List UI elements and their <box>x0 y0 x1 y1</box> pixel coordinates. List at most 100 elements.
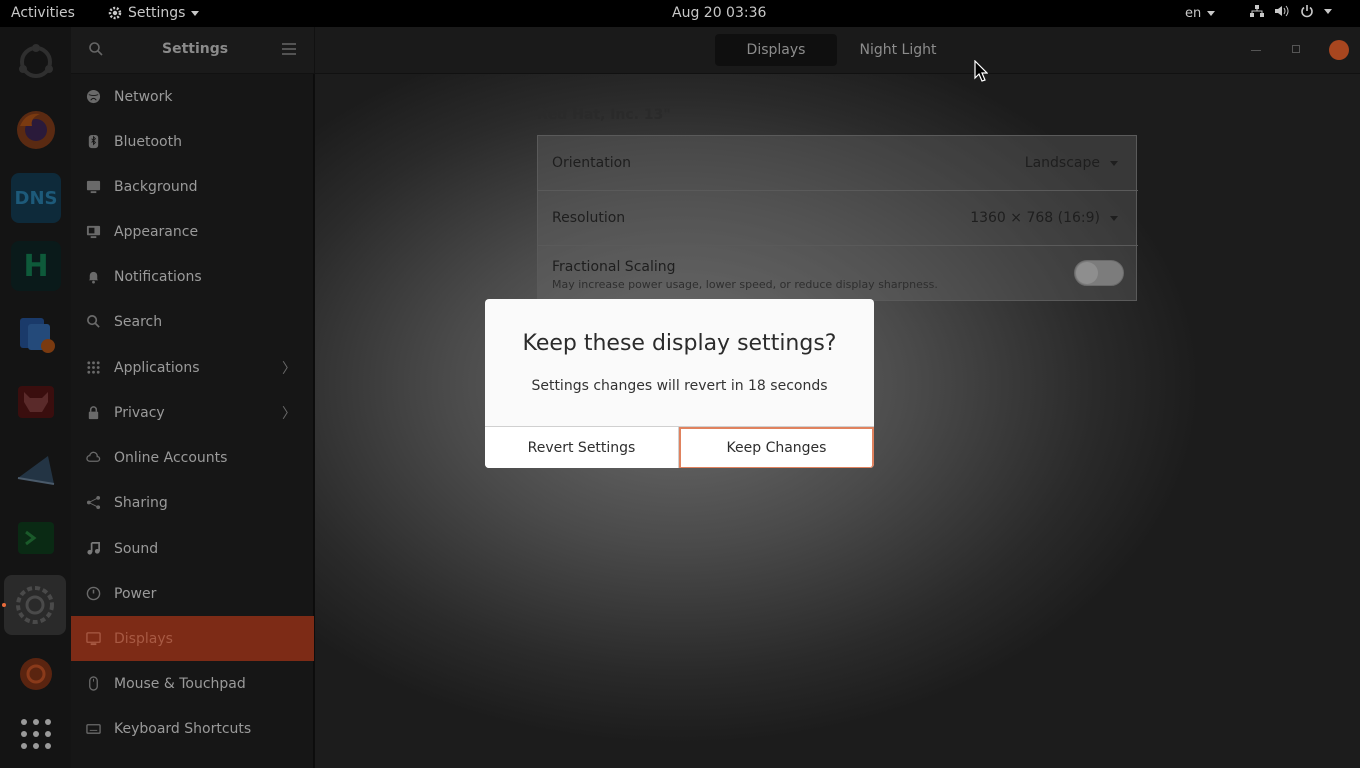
software-updater-icon[interactable] <box>11 649 61 699</box>
orientation-dropdown[interactable]: Landscape <box>1025 155 1118 171</box>
bluetooth-icon <box>85 134 101 150</box>
sidebar-item-network[interactable]: Network <box>71 74 314 119</box>
settings-headerbar: Settings Displays Night Light <box>71 27 1360 74</box>
resolution-row[interactable]: Resolution 1360 × 768 (16:9) <box>538 191 1138 246</box>
monitor-icon <box>85 179 101 195</box>
h-app-icon[interactable]: H <box>11 241 61 291</box>
sidebar-item-keyboard-shortcuts[interactable]: Keyboard Shortcuts <box>71 706 314 751</box>
chevron-down-icon <box>1110 215 1118 221</box>
bell-icon <box>85 269 101 285</box>
dialog-buttons: Revert Settings Keep Changes <box>485 426 874 468</box>
orientation-label: Orientation <box>552 155 632 171</box>
search-icon <box>85 314 101 330</box>
sidebar-item-label: Online Accounts <box>114 449 228 466</box>
tab-night-light[interactable]: Night Light <box>837 34 959 66</box>
volume-icon <box>1275 5 1289 17</box>
sidebar-item-label: Network <box>114 88 173 105</box>
show-applications-icon[interactable] <box>11 709 61 759</box>
switch-knob <box>1076 262 1098 284</box>
network-wired-icon <box>1250 5 1264 17</box>
fractional-scaling-switch[interactable] <box>1074 260 1124 286</box>
minimize-button[interactable] <box>1251 50 1261 51</box>
fractional-scaling-description: May increase power usage, lower speed, o… <box>552 278 938 291</box>
sidebar-item-sound[interactable]: Sound <box>71 526 314 571</box>
search-icon[interactable] <box>88 41 104 57</box>
kde-app-icon[interactable] <box>11 309 61 359</box>
maximize-button[interactable] <box>1292 45 1300 53</box>
dock: DNS H <box>0 27 71 768</box>
sidebar-item-label: Sound <box>114 540 159 557</box>
resolution-value: 1360 × 768 (16:9) <box>970 210 1100 226</box>
globe-icon <box>85 89 101 105</box>
chevron-down-icon <box>191 10 200 16</box>
power-icon <box>85 586 101 602</box>
clock[interactable]: Aug 20 03:36 <box>672 5 766 21</box>
app-menu-label: Settings <box>128 5 186 21</box>
firefox-icon[interactable] <box>11 105 61 155</box>
chevron-down-icon <box>1207 11 1216 16</box>
terminal-app-icon[interactable] <box>11 513 61 563</box>
grid-icon <box>85 360 101 376</box>
system-menu[interactable] <box>1250 4 1332 18</box>
dns-app-icon[interactable]: DNS <box>11 173 61 223</box>
sidebar-item-mouse-touchpad[interactable]: Mouse & Touchpad <box>71 661 314 706</box>
running-indicator <box>2 603 6 607</box>
sidebar-item-online-accounts[interactable]: Online Accounts <box>71 435 314 480</box>
orientation-value: Landscape <box>1024 155 1100 171</box>
bull-app-icon[interactable] <box>11 377 61 427</box>
resolution-label: Resolution <box>552 210 626 226</box>
resolution-dropdown[interactable]: 1360 × 768 (16:9) <box>970 210 1118 226</box>
mouse-icon <box>85 676 101 692</box>
sidebar-item-background[interactable]: Background <box>71 164 314 209</box>
input-source-label: en <box>1185 6 1202 21</box>
headerbar-sidebar-section: Settings <box>71 27 315 74</box>
chevron-down-icon <box>1110 160 1118 166</box>
sidebar-item-label: Sharing <box>114 494 168 511</box>
lock-icon <box>85 405 101 421</box>
orientation-row[interactable]: Orientation Landscape <box>538 136 1138 191</box>
hamburger-menu-icon[interactable] <box>281 42 297 56</box>
sidebar-item-label: Power <box>114 585 157 602</box>
sidebar-item-label: Displays <box>114 630 173 647</box>
sidebar-item-label: Applications <box>114 359 200 376</box>
sidebar-item-label: Bluetooth <box>114 133 182 150</box>
ubuntu-launcher-icon[interactable] <box>11 37 61 87</box>
display-icon <box>85 631 101 647</box>
sidebar-item-applications[interactable]: Applications 〉 <box>71 345 314 390</box>
sidebar-item-bluetooth[interactable]: Bluetooth <box>71 119 314 164</box>
sidebar-item-power[interactable]: Power <box>71 571 314 616</box>
chevron-right-icon: 〉 <box>282 405 296 422</box>
tab-displays[interactable]: Displays <box>715 34 837 66</box>
revert-settings-button[interactable]: Revert Settings <box>485 427 679 468</box>
sidebar-item-label: Mouse & Touchpad <box>114 675 246 692</box>
dialog-message: Settings changes will revert in 18 secon… <box>531 378 828 394</box>
share-icon <box>85 495 101 511</box>
sidebar-item-sharing[interactable]: Sharing <box>71 480 314 525</box>
gear-icon <box>108 6 122 20</box>
display-settings-card: Orientation Landscape Resolution 1360 × … <box>537 135 1138 301</box>
sidebar-item-label: Keyboard Shortcuts <box>114 720 252 737</box>
sidebar-item-privacy[interactable]: Privacy 〉 <box>71 390 314 435</box>
sidebar-item-label: Appearance <box>114 223 199 240</box>
settings-app-icon[interactable] <box>4 575 66 635</box>
sidebar-item-appearance[interactable]: Appearance <box>71 209 314 254</box>
sidebar-item-label: Notifications <box>114 268 202 285</box>
fractional-scaling-row: Fractional Scaling May increase power us… <box>538 246 1138 301</box>
sidebar-item-search[interactable]: Search <box>71 299 314 344</box>
keep-changes-button[interactable]: Keep Changes <box>679 427 874 468</box>
sidebar-item-label: Search <box>114 313 163 330</box>
mouse-cursor-icon <box>974 60 988 82</box>
app-menu[interactable]: Settings <box>108 5 200 21</box>
view-switcher: Displays Night Light <box>715 34 959 66</box>
settings-sidebar: Network Bluetooth Background Appearance … <box>71 74 314 768</box>
input-source-indicator[interactable]: en <box>1185 6 1216 21</box>
power-icon <box>1301 5 1313 18</box>
sidebar-item-label: Privacy <box>114 404 165 421</box>
close-button[interactable] <box>1329 40 1349 60</box>
sidebar-item-notifications[interactable]: Notifications <box>71 254 314 299</box>
dialog-title: Keep these display settings? <box>522 331 837 356</box>
activities-button[interactable]: Activities <box>11 5 75 21</box>
keyboard-icon <box>85 721 101 737</box>
paper-app-icon[interactable] <box>11 445 61 495</box>
sidebar-item-displays[interactable]: Displays <box>71 616 314 661</box>
